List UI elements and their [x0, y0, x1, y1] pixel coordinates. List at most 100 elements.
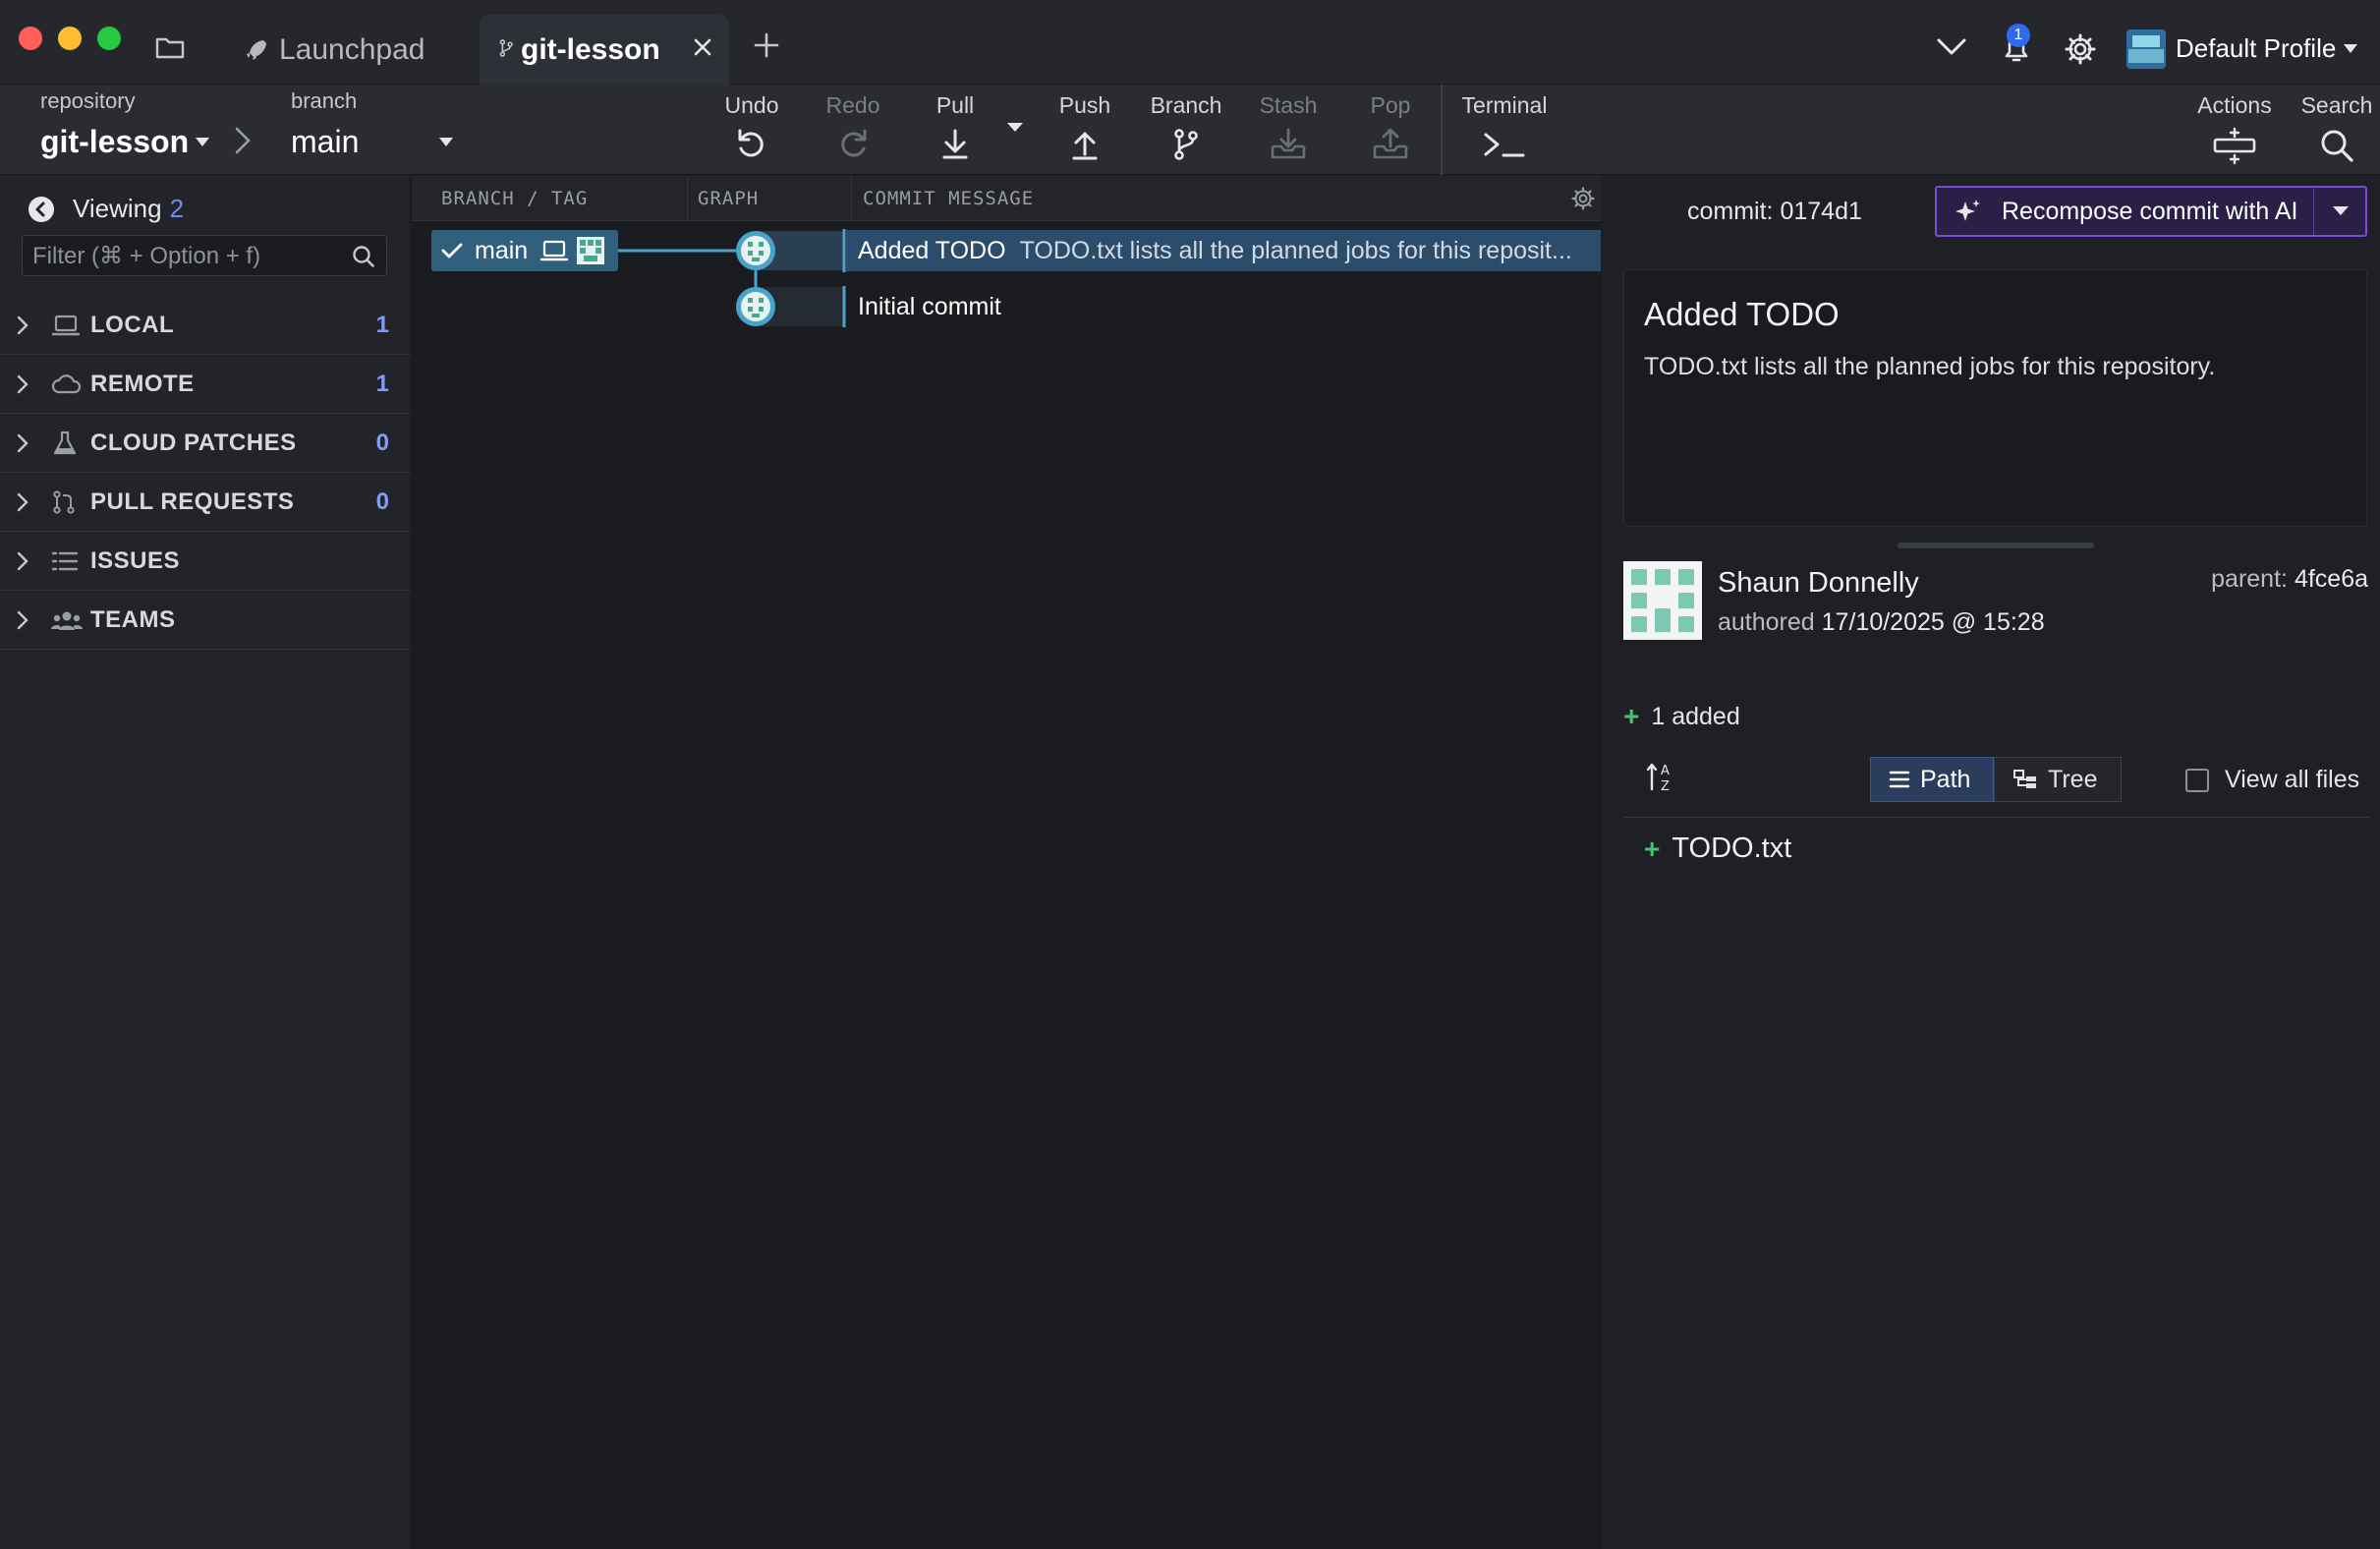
chevron-right-icon	[17, 433, 28, 452]
repository-dropdown-icon[interactable]	[195, 137, 210, 148]
new-tab-icon[interactable]	[753, 31, 780, 59]
commit-label: commit:	[1687, 198, 1774, 225]
commit-summary-text: Added TODO	[1644, 296, 1840, 332]
tab-launchpad[interactable]: Launchpad	[244, 15, 425, 85]
title-bar: Launchpad git-lesson 1 Default Profile	[0, 0, 2380, 85]
parent-label: parent:	[2211, 565, 2288, 593]
chevron-down-icon[interactable]	[1936, 37, 1967, 57]
branch-icon	[499, 39, 513, 57]
recompose-dropdown-icon[interactable]	[2332, 205, 2350, 217]
authored-label: authored	[1718, 608, 1815, 636]
undo-button[interactable]: Undo	[720, 85, 783, 175]
filter-input[interactable]: Filter (⌘ + Option + f)	[22, 235, 387, 276]
file-item[interactable]: + TODO.txt	[1644, 832, 1791, 865]
checkbox[interactable]	[2185, 768, 2209, 792]
stash-button[interactable]: Stash	[1256, 85, 1321, 175]
branch-button-label: Branch	[1150, 92, 1222, 118]
commit-sha[interactable]: commit: 0174d1	[1687, 198, 1862, 226]
profile-dropdown-icon[interactable]	[2343, 43, 2358, 55]
viewing-count: 2	[169, 194, 185, 223]
tab-git-lesson[interactable]: git-lesson	[480, 15, 729, 85]
resize-handle[interactable]	[1898, 543, 2094, 548]
column-graph[interactable]: GRAPH	[698, 188, 759, 209]
pop-stash-icon	[1373, 128, 1408, 159]
branch-label: branch	[291, 88, 358, 113]
viewing-header[interactable]: Viewing 2	[28, 194, 184, 224]
sparkle-icon	[1955, 200, 1980, 221]
plus-icon: +	[1623, 701, 1640, 731]
people-icon	[51, 611, 83, 630]
actions-button[interactable]: Actions	[2195, 85, 2274, 175]
cloud-icon	[51, 373, 82, 393]
sidebar-section-label: PULL REQUESTS	[90, 488, 295, 515]
svg-text:A: A	[1661, 764, 1670, 778]
sidebar-section-label: TEAMS	[90, 605, 176, 633]
sidebar-section-cloud-patches[interactable]: CLOUD PATCHES 0	[0, 414, 411, 473]
authored-date-value: 17/10/2025 @ 15:28	[1821, 608, 2045, 636]
left-sidebar: Viewing 2 Filter (⌘ + Option + f) LOCAL …	[0, 176, 411, 1549]
view-path-label: Path	[1920, 765, 1971, 793]
close-window-button[interactable]	[19, 27, 42, 50]
divider	[1623, 817, 2370, 818]
parent-sha[interactable]: parent: 4fce6a	[2211, 565, 2368, 594]
redo-icon	[841, 129, 867, 157]
column-divider[interactable]	[851, 176, 852, 221]
stash-icon	[1271, 128, 1306, 159]
split-divider	[2313, 188, 2314, 235]
sidebar-section-local[interactable]: LOCAL 1	[0, 296, 411, 355]
sort-alphabetical-icon[interactable]: A Z	[1646, 760, 1675, 793]
search-icon	[2321, 130, 2353, 162]
commit-node[interactable]	[736, 231, 775, 270]
maximize-window-button[interactable]	[97, 27, 121, 50]
minimize-window-button[interactable]	[58, 27, 82, 50]
view-tree-label: Tree	[2048, 765, 2098, 793]
commit-row[interactable]: Initial commit	[846, 286, 1601, 327]
gear-icon[interactable]	[2064, 32, 2097, 66]
sidebar-section-teams[interactable]: TEAMS	[0, 591, 411, 650]
pop-button[interactable]: Pop	[1358, 85, 1423, 175]
push-button[interactable]: Push	[1053, 85, 1116, 175]
search-icon	[353, 246, 374, 267]
view-tree-toggle[interactable]: Tree	[1994, 757, 2122, 802]
recompose-with-ai-button[interactable]: Recompose commit with AI	[1935, 186, 2367, 237]
search-label: Search	[2300, 92, 2373, 118]
column-divider[interactable]	[687, 176, 688, 221]
folder-icon[interactable]	[155, 35, 185, 59]
branch-selector[interactable]: main	[291, 124, 359, 160]
commit-message-box[interactable]: Added TODO TODO.txt lists all the planne…	[1623, 269, 2367, 527]
pull-request-icon	[53, 489, 75, 514]
toolbar: repository git-lesson branch main Undo R…	[0, 85, 2380, 175]
redo-button[interactable]: Redo	[822, 85, 884, 175]
commit-summary: Added TODO	[858, 236, 1006, 264]
terminal-button[interactable]: Terminal	[1458, 85, 1551, 175]
pull-button[interactable]: Pull	[924, 85, 987, 175]
profile-avatar[interactable]	[2126, 29, 2166, 69]
sidebar-section-label: ISSUES	[90, 546, 181, 574]
pop-label: Pop	[1370, 92, 1411, 118]
collapse-sidebar-icon[interactable]	[28, 196, 55, 223]
profile-name[interactable]: Default Profile	[2176, 33, 2336, 64]
view-all-files-checkbox[interactable]: View all files	[2185, 766, 2359, 794]
repository-label: repository	[40, 88, 136, 113]
column-branch-tag[interactable]: BRANCH / TAG	[441, 188, 588, 209]
search-button[interactable]: Search	[2297, 85, 2376, 175]
branch-button[interactable]: Branch	[1146, 85, 1226, 175]
commit-node[interactable]	[736, 287, 775, 326]
svg-text:Z: Z	[1661, 779, 1670, 793]
sidebar-section-pull-requests[interactable]: PULL REQUESTS 0	[0, 473, 411, 532]
commit-summary: Initial commit	[858, 292, 1001, 320]
branch-dropdown-icon[interactable]	[438, 137, 454, 148]
terminal-icon	[1484, 133, 1525, 157]
list-icon	[1889, 771, 1910, 788]
repository-selector[interactable]: git-lesson	[40, 124, 189, 160]
gear-icon[interactable]	[1571, 187, 1595, 210]
view-path-toggle[interactable]: Path	[1870, 757, 1994, 802]
commit-row-selected[interactable]: Added TODO TODO.txt lists all the planne…	[846, 230, 1601, 271]
close-tab-icon[interactable]	[692, 36, 713, 58]
pull-options-dropdown-icon[interactable]	[1006, 122, 1024, 134]
sidebar-section-remote[interactable]: REMOTE 1	[0, 355, 411, 414]
author-name: Shaun Donnelly	[1718, 567, 1919, 599]
column-commit-message[interactable]: COMMIT MESSAGE	[863, 188, 1034, 209]
sidebar-section-issues[interactable]: ISSUES	[0, 532, 411, 591]
toolbar-separator	[1441, 85, 1443, 175]
